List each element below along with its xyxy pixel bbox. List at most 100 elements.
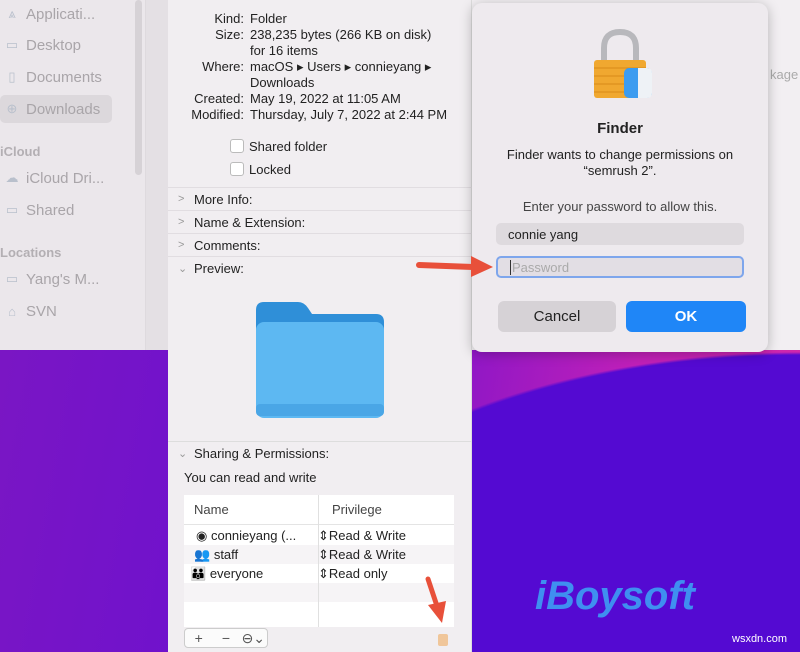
chevron-right-icon: > [178, 193, 185, 205]
section-label: Preview: [194, 260, 244, 276]
empty-row [184, 583, 454, 602]
sidebar-item-label: Yang's M... [26, 270, 100, 288]
section-more-info[interactable]: > More Info: [168, 187, 472, 210]
sidebar-item-label: iCloud Dri... [26, 169, 105, 187]
sidebar-item-label: SVN [26, 302, 57, 320]
chevron-right-icon: > [178, 239, 185, 251]
user-icon: ◉ [196, 527, 208, 543]
created-value: May 19, 2022 at 11:05 AM [250, 91, 401, 106]
where-value: macOS ▸ Users ▸ connieyang ▸ [250, 59, 432, 74]
size-items: for 16 items [250, 43, 318, 58]
privilege-value: Read & Write [328, 527, 406, 543]
authentication-dialog: Finder Finder wants to change permission… [472, 3, 768, 352]
sidebar-item-documents[interactable]: ▯ Documents [4, 63, 102, 91]
sidebar-item-label: Downloads [26, 100, 101, 118]
add-button[interactable]: + [185, 630, 212, 646]
chevron-down-icon: ⌄ [178, 262, 188, 275]
section-name-extension[interactable]: > Name & Extension: [168, 210, 472, 233]
row-name: staff [213, 546, 239, 562]
background-text: kage [770, 67, 799, 82]
iboysoft-watermark: iBoysoft [535, 574, 695, 618]
sidebar-item-label: Shared [26, 201, 75, 219]
table-row[interactable]: 👪 everyone ⇕Read only [184, 564, 454, 583]
section-sharing-permissions[interactable]: ⌄ Sharing & Permissions: [168, 441, 472, 464]
sidebar-item-downloads[interactable]: ⊕ Downloads [0, 95, 112, 123]
ok-button[interactable]: OK [626, 301, 746, 332]
document-icon: ▯ [8, 69, 16, 84]
where-value-2: Downloads [250, 75, 315, 90]
permissions-table: Name Privilege ◉ connieyang (... ⇕Read & … [184, 495, 454, 627]
sidebar-item-label: Desktop [26, 36, 82, 54]
modified-value: Thursday, July 7, 2022 at 2:44 PM [250, 107, 448, 122]
sidebar-scrollbar[interactable] [135, 0, 142, 175]
cancel-button[interactable]: Cancel [498, 301, 616, 332]
privilege-value: Read only [328, 565, 388, 581]
get-info-panel: Kind: Folder Size: 238,235 bytes (266 KB o… [168, 0, 472, 652]
row-name: connieyang (... [210, 527, 297, 543]
username-field[interactable]: connie yang [496, 223, 744, 245]
site-watermark: wsxdn.com [732, 633, 788, 645]
lock-finder-icon [594, 28, 652, 98]
desktop-icon: ▭ [5, 37, 19, 52]
dialog-prompt: Enter your password to allow this. [522, 199, 718, 214]
sharing-status: You can read and write [184, 470, 317, 485]
where-label: Where: [202, 59, 244, 74]
sidebar-item-svn[interactable]: ⌂ SVN [4, 297, 57, 325]
column-header-name[interactable]: Name [184, 495, 318, 525]
shared-folder-icon: ▭ [5, 202, 19, 217]
locked-label: Locked [249, 162, 291, 177]
cloud-icon: ☁ [5, 170, 19, 185]
dialog-message: Finder wants to change permissions on “s… [506, 147, 734, 178]
red-arrow-annotation [416, 256, 493, 277]
kind-label: Kind: [214, 11, 244, 26]
sidebar-item-label: Documents [26, 68, 102, 86]
size-value: 238,235 bytes (266 KB on disk) [250, 27, 432, 42]
table-row[interactable]: 👥 staff ⇕Read & Write [184, 545, 454, 564]
drive-icon: ⌂ [8, 303, 16, 319]
section-label: Sharing & Permissions: [194, 445, 330, 461]
username-value: connie yang [508, 226, 579, 242]
applications-icon: ⩓ [8, 6, 16, 21]
kind-value: Folder [250, 11, 287, 26]
red-arrow-annotation [425, 576, 446, 623]
action-menu-button[interactable]: ⊖⌄ [240, 630, 267, 647]
section-comments[interactable]: > Comments: [168, 233, 472, 256]
remove-button[interactable]: − [212, 630, 239, 646]
file-list-edge [145, 0, 168, 350]
downloads-icon: ⊕ [6, 101, 18, 116]
modified-label: Modified: [191, 107, 244, 122]
shared-folder-checkbox[interactable] [230, 139, 244, 153]
section-label: Name & Extension: [194, 214, 306, 230]
sidebar-item-shared[interactable]: ▭ Shared [4, 196, 75, 224]
sidebar-section-locations: Locations [0, 245, 62, 260]
row-name: everyone [209, 565, 264, 581]
sidebar-section-icloud: iCloud [0, 144, 41, 159]
locked-checkbox[interactable] [230, 162, 244, 176]
sidebar-item-icloud-drive[interactable]: ☁ iCloud Dri... [4, 164, 105, 192]
chevron-down-icon: ⌄ [178, 447, 188, 460]
password-placeholder: Password [510, 259, 570, 275]
lock-icon[interactable] [438, 634, 448, 646]
privilege-select[interactable]: ⇕Read only [318, 566, 387, 582]
section-label: Comments: [194, 237, 261, 253]
sidebar-item-mac[interactable]: ▭ Yang's M... [4, 265, 100, 293]
shared-folder-label: Shared folder [249, 139, 328, 154]
chevron-right-icon: > [178, 216, 185, 228]
privilege-select[interactable]: ⇕Read & Write [318, 528, 406, 544]
section-label: More Info: [194, 191, 253, 207]
column-header-privilege[interactable]: Privilege [318, 495, 454, 525]
privilege-select[interactable]: ⇕Read & Write [318, 547, 406, 563]
size-label: Size: [215, 27, 244, 42]
folder-icon [256, 302, 384, 418]
sidebar-item-applications[interactable]: ⩓ Applicati... [4, 0, 95, 28]
everyone-icon: 👪 [190, 565, 207, 581]
dialog-title: Finder [597, 120, 643, 137]
privilege-value: Read & Write [328, 546, 406, 562]
password-field[interactable]: Password [496, 256, 744, 278]
column-divider [318, 495, 319, 627]
sidebar-item-label: Applicati... [26, 5, 96, 23]
sidebar-item-desktop[interactable]: ▭ Desktop [4, 31, 81, 59]
group-icon: 👥 [194, 546, 211, 562]
permissions-toolbar: + − ⊖⌄ [184, 628, 268, 648]
table-row[interactable]: ◉ connieyang (... ⇕Read & Write [184, 526, 454, 545]
